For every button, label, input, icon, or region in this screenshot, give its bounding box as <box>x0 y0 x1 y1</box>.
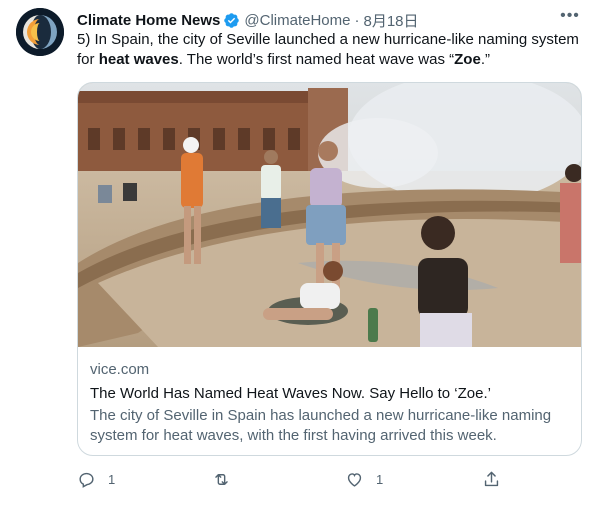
card-image[interactable] <box>78 83 581 347</box>
card-meta: vice.com The World Has Named Heat Waves … <box>90 360 569 446</box>
more-icon[interactable]: ••• <box>559 8 581 26</box>
reply-icon <box>79 472 94 488</box>
share-icon <box>484 471 499 487</box>
verified-badge-icon <box>224 12 240 28</box>
tweet-text-part: .” <box>480 51 490 68</box>
reply-button[interactable]: 1 <box>77 470 115 489</box>
like-button[interactable]: 1 <box>345 470 383 489</box>
tweet-text-part: . The world’s first named heat wave was … <box>178 51 455 68</box>
avatar[interactable] <box>16 8 64 56</box>
tweet-actions: 1 1 <box>77 470 517 490</box>
tweet-date[interactable]: 8月18日 <box>363 10 418 31</box>
separator-dot: · <box>354 11 360 29</box>
tweet-text-bold-zoe: Zoe <box>454 51 481 68</box>
fountain-photo <box>78 83 581 347</box>
tweet-text: 5) In Spain, the city of Seville launche… <box>77 30 587 70</box>
card-domain: vice.com <box>90 361 150 378</box>
card-title[interactable]: The World Has Named Heat Waves Now. Say … <box>90 384 569 404</box>
like-icon <box>347 473 362 487</box>
climate-home-logo <box>16 8 64 56</box>
tweet-header: Climate Home News @ClimateHome · 8月18日 <box>77 10 583 30</box>
retweet-button[interactable] <box>212 470 243 489</box>
card-description: The city of Seville in Spain has launche… <box>90 407 552 444</box>
tweet-text-bold-heatwaves: heat waves <box>98 51 179 68</box>
share-button[interactable] <box>482 470 501 489</box>
author-handle[interactable]: @ClimateHome <box>244 12 350 29</box>
reply-count: 1 <box>108 472 116 487</box>
link-card[interactable]: vice.com The World Has Named Heat Waves … <box>77 82 582 456</box>
retweet-icon <box>215 474 228 485</box>
author-name[interactable]: Climate Home News <box>77 12 220 29</box>
like-count: 1 <box>376 472 384 487</box>
tweet[interactable]: Climate Home News @ClimateHome · 8月18日 •… <box>0 0 599 511</box>
